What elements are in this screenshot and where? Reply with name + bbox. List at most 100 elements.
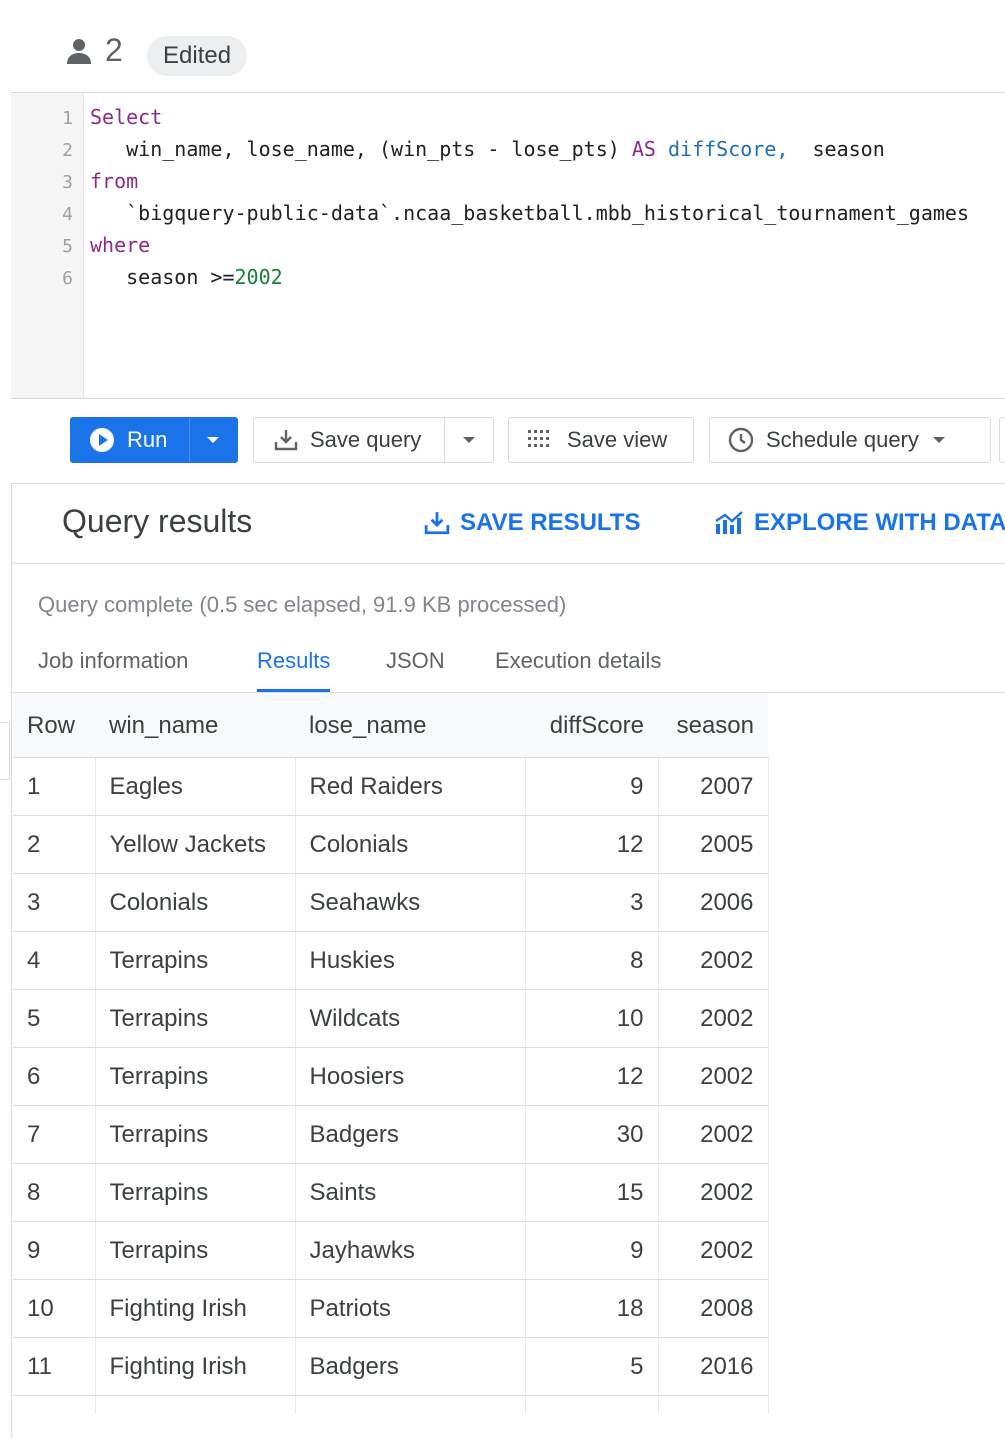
cell-win-name: Eagles (95, 757, 296, 816)
cell-diff-score: 8 (525, 931, 659, 990)
cell-season: 2002 (658, 1105, 769, 1164)
table-row[interactable]: 10 Fighting Irish Patriots 18 2008 (13, 1279, 769, 1338)
tab-results[interactable]: Results (257, 648, 331, 692)
line-number: 4 (62, 204, 73, 225)
column-header-diff-score[interactable]: diffScore (525, 694, 658, 758)
explore-with-data-button[interactable]: EXPLORE WITH DATA (714, 509, 1005, 537)
cell-diff-score: 15 (525, 1163, 659, 1222)
edited-badge: Edited (147, 36, 248, 76)
cell-win-name: Fighting Irish (95, 1279, 296, 1338)
save-view-button[interactable]: Save view (508, 417, 694, 463)
cell-win-name: Terrapins (95, 1105, 296, 1164)
cell-diff-score: 3 (525, 873, 659, 932)
panel-resize-handle[interactable] (0, 722, 10, 780)
code-line[interactable]: 2 win_name, lose_name, (win_pts - lose_p… (11, 133, 885, 165)
code-line[interactable]: 6 season >=2002 (11, 261, 283, 293)
more-button[interactable] (999, 417, 1005, 463)
cell-row-number: 3 (13, 873, 96, 932)
sql-editor[interactable]: 1 Select 2 win_name, lose_name, (win_pts -… (11, 93, 1005, 398)
cell-empty (658, 1395, 769, 1414)
column-header-row[interactable]: Row (13, 694, 95, 758)
results-table: Row win_name lose_name diffScore season … (13, 694, 769, 1414)
cell-row-number: 6 (13, 1047, 96, 1106)
column-header-season[interactable]: season (658, 694, 768, 758)
cell-diff-score: 9 (525, 1221, 659, 1280)
cell-win-name: Terrapins (95, 1163, 296, 1222)
table-row[interactable]: 4 Terrapins Huskies 8 2002 (13, 931, 769, 990)
table-row[interactable]: 3 Colonials Seahawks 3 2006 (13, 873, 769, 932)
cell-season: 2002 (658, 1163, 769, 1222)
cell-diff-score: 12 (525, 815, 659, 874)
cell-win-name: Fighting Irish (95, 1337, 296, 1396)
cell-lose-name: Huskies (295, 931, 526, 990)
cell-lose-name: Red Raiders (295, 757, 526, 816)
table-row[interactable]: 1 Eagles Red Raiders 9 2007 (13, 757, 769, 816)
download-tray-icon (424, 512, 450, 535)
code-line[interactable]: 3 from (11, 165, 138, 197)
chart-explore-icon (715, 511, 743, 534)
code-text: from (90, 165, 138, 197)
table-body: 1 Eagles Red Raiders 9 2007 2 Yellow Jackets Co… (13, 757, 769, 1414)
results-tabs: Job information Results JSON Execution d… (11, 640, 1005, 693)
cell-season: 2007 (658, 757, 769, 816)
code-line[interactable]: 4 `bigquery-public-data`.ncaa_basketball… (11, 197, 969, 229)
save-query-label: Save query (310, 427, 422, 452)
cell-empty (295, 1395, 526, 1414)
tab-job-information[interactable]: Job information (38, 648, 188, 692)
table-row[interactable]: 9 Terrapins Jayhawks 9 2002 (13, 1221, 769, 1280)
cell-season: 2002 (658, 931, 769, 990)
tab-execution-details[interactable]: Execution details (495, 648, 661, 692)
cell-row-number: 10 (13, 1279, 96, 1338)
cell-lose-name: Jayhawks (295, 1221, 526, 1280)
table-row[interactable]: 2 Yellow Jackets Colonials 12 2005 (13, 815, 769, 874)
save-query-main[interactable]: Save query (254, 418, 446, 462)
explore-label: EXPLORE WITH DATA (754, 509, 1005, 536)
cell-diff-score: 10 (525, 989, 659, 1048)
query-toolbar: Run Save query Save view Schedule query (11, 398, 1005, 484)
editor-header: 2 Edited (11, 8, 1005, 93)
chevron-down-icon (207, 437, 220, 443)
tab-json[interactable]: JSON (386, 648, 445, 692)
run-dropdown[interactable] (190, 418, 237, 462)
cell-season: 2002 (658, 1047, 769, 1106)
cell-season: 2008 (658, 1279, 769, 1338)
save-view-label: Save view (567, 427, 668, 452)
run-main[interactable]: Run (71, 418, 190, 462)
cell-diff-score: 30 (525, 1105, 659, 1164)
cell-lose-name: Saints (295, 1163, 526, 1222)
cell-win-name: Terrapins (95, 1047, 296, 1106)
cell-diff-score: 5 (525, 1337, 659, 1396)
column-header-win-name[interactable]: win_name (95, 694, 295, 758)
table-row[interactable]: 7 Terrapins Badgers 30 2002 (13, 1105, 769, 1164)
cell-row-number: 11 (13, 1337, 96, 1396)
table-header-row: Row win_name lose_name diffScore season (13, 694, 768, 758)
schedule-query-label: Schedule query (766, 427, 919, 452)
line-number: 3 (62, 172, 73, 193)
code-line[interactable]: 1 Select (11, 101, 162, 133)
column-header-lose-name[interactable]: lose_name (295, 694, 525, 758)
cell-diff-score: 12 (525, 1047, 659, 1106)
table-row[interactable]: 5 Terrapins Wildcats 10 2002 (13, 989, 769, 1048)
code-line[interactable]: 5 where (11, 229, 150, 261)
results-title: Query results (62, 503, 253, 539)
cell-row-number: 2 (13, 815, 96, 874)
cell-season: 2002 (658, 1221, 769, 1280)
save-results-label: SAVE RESULTS (460, 509, 641, 536)
code-text: win_name, lose_name, (win_pts - lose_pts… (90, 133, 885, 165)
run-button[interactable]: Run (70, 417, 238, 463)
code-token: AS (631, 137, 656, 161)
code-token: diffScore, (655, 137, 789, 161)
schedule-query-button[interactable]: Schedule query (709, 417, 991, 463)
chevron-down-icon (932, 437, 945, 443)
code-token: 2002 (234, 265, 283, 289)
user-count: 2 (105, 32, 123, 68)
clock-icon (728, 427, 754, 453)
cell-row-number: 9 (13, 1221, 96, 1280)
results-header: Query results SAVE RESULTS EXPLORE WITH … (11, 483, 1005, 564)
save-query-button[interactable]: Save query (253, 417, 494, 463)
table-row[interactable]: 6 Terrapins Hoosiers 12 2002 (13, 1047, 769, 1106)
table-row[interactable]: 8 Terrapins Saints 15 2002 (13, 1163, 769, 1222)
save-query-dropdown[interactable] (445, 437, 493, 443)
save-results-button[interactable]: SAVE RESULTS (424, 509, 640, 537)
table-row[interactable]: 11 Fighting Irish Badgers 5 2016 (13, 1337, 769, 1396)
